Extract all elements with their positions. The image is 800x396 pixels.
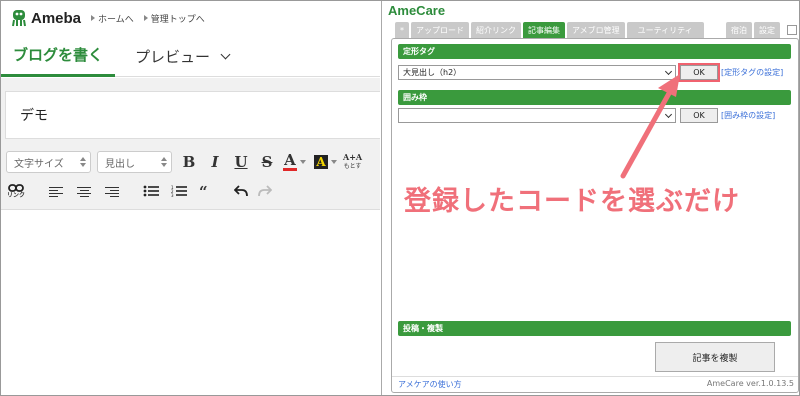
amecare-title: AmeCare xyxy=(388,3,446,18)
editor-tabs: ブログを書く プレビュー xyxy=(1,35,380,77)
frame-ok-button[interactable]: OK xyxy=(680,108,718,123)
align-left-icon[interactable] xyxy=(49,186,64,198)
format-toolbar-2: リンク 123 “ xyxy=(1,179,380,205)
redo-icon[interactable] xyxy=(257,184,272,200)
section-header-frame: 囲み枠 xyxy=(398,90,791,105)
underline-button[interactable]: U xyxy=(230,153,252,171)
heading-select[interactable]: 見出し xyxy=(97,151,172,173)
tab-utility[interactable]: ユーティリティ xyxy=(626,22,704,38)
template-tag-settings-link[interactable]: [定形タグの設定] xyxy=(721,67,783,78)
heading-select-label: 見出し xyxy=(105,158,135,170)
font-color-icon: A xyxy=(283,151,297,171)
caret-down-icon xyxy=(300,160,306,164)
undo-icon[interactable] xyxy=(233,184,248,200)
tab-preview-label: プレビュー xyxy=(135,47,211,66)
amecare-tabs: * アップロード 紹介リンク 記事編集 アメブロ管理 ユーティリティ xyxy=(395,22,706,38)
clear-format-button[interactable]: A+A もとす xyxy=(343,153,362,171)
ameba-topbar: Ameba ホームへ 管理トップへ xyxy=(1,1,380,35)
nav-link-label: ホームへ xyxy=(98,14,134,25)
background-color-icon: A xyxy=(314,155,328,169)
tab-upload[interactable]: アップロード xyxy=(411,22,469,38)
triangle-right-icon xyxy=(143,15,148,21)
updown-arrows-icon xyxy=(161,157,167,167)
ameba-logo-icon xyxy=(11,9,27,27)
strikethrough-button[interactable]: S xyxy=(256,153,278,171)
tab-article-edit[interactable]: 記事編集 xyxy=(523,22,565,38)
section-header-post-duplicate: 投稿・複製 xyxy=(398,321,791,336)
bold-button[interactable]: B xyxy=(178,153,200,171)
duplicate-article-button[interactable]: 記事を複製 xyxy=(655,342,775,372)
nav-link-home[interactable]: ホームへ xyxy=(91,12,134,25)
font-size-select-label: 文字サイズ xyxy=(14,158,64,170)
font-size-select[interactable]: 文字サイズ xyxy=(6,151,91,173)
panel-checkbox[interactable] xyxy=(787,25,797,35)
section-header-template-tag: 定形タグ xyxy=(398,44,791,59)
tab-lodging[interactable]: 宿泊 xyxy=(726,22,752,38)
caret-down-icon xyxy=(331,160,337,164)
version-label: AmeCare ver.1.0.13.5 xyxy=(706,379,794,388)
tab-settings[interactable]: 設定 xyxy=(754,22,780,38)
align-right-icon[interactable] xyxy=(105,186,120,198)
triangle-right-icon xyxy=(91,15,96,21)
format-toolbar: 文字サイズ 見出し B I U S A A A+A もとす xyxy=(1,147,380,177)
blockquote-icon[interactable]: “ xyxy=(199,185,208,200)
tab-ameblo-admin[interactable]: アメブロ管理 xyxy=(567,22,625,38)
footer-divider xyxy=(392,376,798,377)
align-center-icon[interactable] xyxy=(77,186,92,198)
frame-settings-link[interactable]: [囲み枠の設定] xyxy=(721,110,775,121)
amecare-tabs-right: 宿泊 設定 xyxy=(726,22,782,38)
svg-text:3: 3 xyxy=(171,193,174,197)
tab-preview[interactable]: プレビュー xyxy=(135,35,231,77)
howto-link[interactable]: アメケアの使い方 xyxy=(398,379,462,390)
chevron-down-icon xyxy=(664,110,673,118)
tab-star[interactable]: * xyxy=(395,22,409,38)
title-input[interactable]: デモ xyxy=(5,91,380,139)
nav-link-label: 管理トップへ xyxy=(150,14,205,25)
tab-referral-link[interactable]: 紹介リンク xyxy=(471,22,521,38)
clear-format-label: A+A xyxy=(343,152,363,162)
tab-write-blog[interactable]: ブログを書く xyxy=(1,35,115,77)
template-tag-select-value: 大見出し（h2） xyxy=(403,68,462,77)
italic-button[interactable]: I xyxy=(204,153,226,171)
background-color-button[interactable]: A xyxy=(314,155,337,169)
ameba-logo[interactable]: Ameba xyxy=(11,9,81,27)
clear-format-sublabel: もとす xyxy=(343,163,362,170)
annotation-text: 登録したコードを選ぶだけ xyxy=(404,186,740,217)
link-button[interactable]: リンク xyxy=(7,184,25,200)
blog-body-editor[interactable] xyxy=(1,209,380,395)
numbered-list-icon[interactable]: 123 xyxy=(171,185,188,200)
ameba-editor: Ameba ホームへ 管理トップへ ブログを書く プレビュー デモ 文字サイズ … xyxy=(1,1,380,395)
chevron-down-icon xyxy=(220,49,231,59)
font-color-button[interactable]: A xyxy=(283,153,306,171)
chevron-down-icon xyxy=(664,67,673,75)
updown-arrows-icon xyxy=(80,157,86,167)
link-icon xyxy=(8,184,24,192)
template-tag-ok-button[interactable]: OK xyxy=(678,63,720,82)
frame-select[interactable] xyxy=(398,108,676,123)
ameba-logo-text: Ameba xyxy=(31,9,82,27)
nav-link-admin-top[interactable]: 管理トップへ xyxy=(143,12,205,25)
bullet-list-icon[interactable] xyxy=(143,185,160,200)
link-label: リンク xyxy=(7,192,26,199)
template-tag-select[interactable]: 大見出し（h2） xyxy=(398,65,676,80)
